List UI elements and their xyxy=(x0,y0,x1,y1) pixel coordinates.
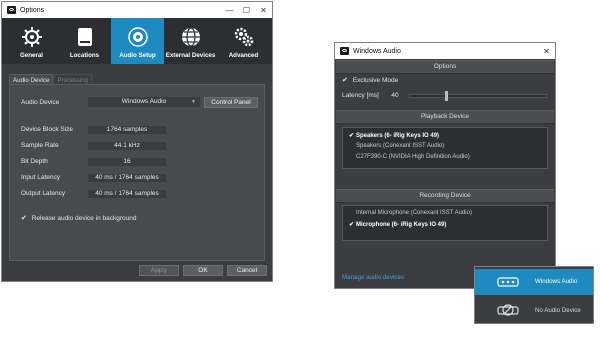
checkmark-icon: ✔ xyxy=(349,222,355,228)
toolbar-label: Advanced xyxy=(228,52,259,59)
toolbar-audio-setup[interactable]: Audio Setup xyxy=(111,18,164,64)
latency-slider-track[interactable] xyxy=(409,94,547,98)
globe-icon xyxy=(181,27,200,47)
no-device-icon xyxy=(497,304,519,316)
playback-device-list: ✔ Speakers (6- iRig Keys IO 49) Speakers … xyxy=(342,127,548,169)
list-item[interactable]: Speakers (Conexant ISST Audio) xyxy=(349,143,444,149)
latency-slider-handle[interactable] xyxy=(445,91,448,101)
audio-device-value: Windows Audio xyxy=(121,98,167,105)
device-name: Internal Microphone (Conexant ISST Audio… xyxy=(356,210,472,216)
studio-one-icon xyxy=(7,6,16,14)
exclusive-mode-checkbox[interactable]: ✔ Exclusive Mode xyxy=(342,76,398,84)
options-title: Options xyxy=(20,6,45,14)
toolbar-external-devices[interactable]: External Devices xyxy=(164,18,217,64)
studio-one-icon xyxy=(340,47,349,55)
windows-audio-titlebar[interactable]: Windows Audio ✕ xyxy=(335,43,555,59)
release-device-checkbox[interactable]: ✔ Release audio device in background xyxy=(21,214,136,222)
minimize-button[interactable]: — xyxy=(221,6,238,15)
popup-item-label: Windows Audio xyxy=(535,278,578,285)
device-block-size-value: 1764 samples xyxy=(88,126,166,134)
ok-button[interactable]: OK xyxy=(183,265,223,276)
recording-section-header: Recording Device xyxy=(336,189,554,203)
toolbar-advanced[interactable]: Advanced xyxy=(217,18,270,64)
exclusive-mode-label: Exclusive Mode xyxy=(352,77,399,84)
list-item[interactable]: ✔ Speakers (6- iRig Keys IO 49) xyxy=(349,132,439,139)
popup-item-windows-audio[interactable]: Windows Audio xyxy=(475,269,593,295)
toolbar-locations[interactable]: Locations xyxy=(58,18,111,64)
toolbar-general[interactable]: General xyxy=(5,18,58,64)
cancel-button[interactable]: Cancel xyxy=(227,265,267,276)
drive-icon xyxy=(77,28,92,46)
bit-depth-value: 16 xyxy=(88,158,166,166)
bit-depth-label: Bit Depth xyxy=(21,158,48,165)
gears-icon xyxy=(234,27,253,47)
chevron-down-icon: ▼ xyxy=(191,99,196,105)
latency-input[interactable]: 40 xyxy=(385,91,405,101)
toolbar-label: General xyxy=(19,52,44,59)
close-button[interactable]: ✕ xyxy=(255,6,272,15)
checkmark-icon: ✔ xyxy=(342,77,348,84)
device-name: Microphone (6- iRig Keys IO 49) xyxy=(356,222,447,228)
windows-audio-window: Windows Audio ✕ Options ✔ Exclusive Mode… xyxy=(334,42,556,289)
toolbar-label: External Devices xyxy=(165,52,216,59)
device-name: C27F390-C (NVIDIA High Definition Audio) xyxy=(356,154,470,160)
playback-section-header: Playback Device xyxy=(336,110,554,124)
audio-device-popup: Windows Audio No Audio Device xyxy=(474,266,594,324)
gear-sun-icon xyxy=(21,27,42,47)
output-latency-label: Output Latency xyxy=(21,190,66,197)
input-latency-value: 40 ms / 1764 samples xyxy=(88,174,166,182)
latency-label: Latency [ms] xyxy=(342,92,379,99)
checkmark-icon: ✔ xyxy=(349,133,355,139)
toolbar-label: Locations xyxy=(69,52,100,59)
checkmark-icon: ✔ xyxy=(21,215,27,222)
sample-rate-value: 44.1 kHz xyxy=(88,142,166,150)
manage-audio-devices-link[interactable]: Manage audio devices xyxy=(342,274,404,281)
audio-device-pane: Audio Device Windows Audio ▼ Control Pan… xyxy=(9,84,265,261)
release-device-label: Release audio device in background xyxy=(31,215,137,222)
popup-item-no-audio-device[interactable]: No Audio Device xyxy=(475,298,593,324)
options-window: Options — ☐ ✕ General Locations Audio Se… xyxy=(1,1,273,282)
list-item[interactable]: ✔ Microphone (6- iRig Keys IO 49) xyxy=(349,221,446,228)
options-titlebar[interactable]: Options — ☐ ✕ xyxy=(2,2,272,18)
close-button[interactable]: ✕ xyxy=(538,47,555,56)
list-item[interactable]: Internal Microphone (Conexant ISST Audio… xyxy=(349,210,472,216)
options-section-header: Options xyxy=(336,60,554,74)
recording-device-list: Internal Microphone (Conexant ISST Audio… xyxy=(342,205,548,241)
audio-device-select[interactable]: Windows Audio ▼ xyxy=(88,97,200,107)
apply-button[interactable]: Apply xyxy=(139,265,179,276)
audio-interface-icon xyxy=(497,277,519,287)
maximize-button[interactable]: ☐ xyxy=(238,6,255,15)
output-latency-value: 40 ms / 1764 samples xyxy=(88,190,166,198)
device-name: Speakers (6- iRig Keys IO 49) xyxy=(356,133,440,139)
device-name: Speakers (Conexant ISST Audio) xyxy=(356,143,445,149)
windows-audio-title: Windows Audio xyxy=(353,47,401,55)
sample-rate-label: Sample Rate xyxy=(21,142,59,149)
toolbar-label: Audio Setup xyxy=(119,52,156,59)
list-item[interactable]: C27F390-C (NVIDIA High Definition Audio) xyxy=(349,154,470,160)
options-toolbar: General Locations Audio Setup External D… xyxy=(2,18,272,64)
control-panel-button[interactable]: Control Panel xyxy=(204,97,258,108)
popup-item-label: No Audio Device xyxy=(535,307,581,314)
input-latency-label: Input Latency xyxy=(21,174,61,181)
device-block-size-label: Device Block Size xyxy=(21,126,74,133)
audio-device-label: Audio Device xyxy=(21,99,60,106)
speaker-icon xyxy=(127,27,148,47)
